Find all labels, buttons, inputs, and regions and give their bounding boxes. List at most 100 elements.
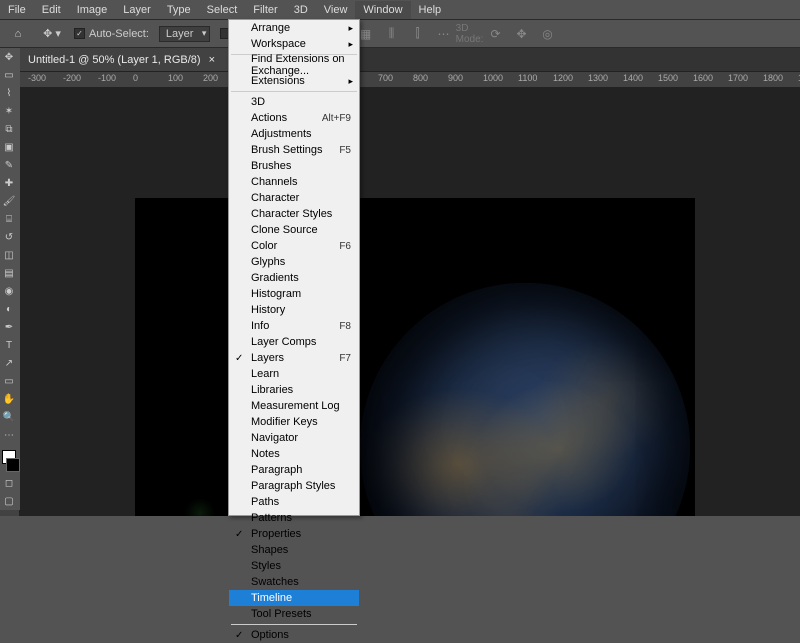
- menu-item-paragraph[interactable]: Paragraph: [229, 462, 359, 478]
- menu-view[interactable]: View: [316, 1, 356, 19]
- menu-item-gradients[interactable]: Gradients: [229, 270, 359, 286]
- menu-item-tool-presets[interactable]: Tool Presets: [229, 606, 359, 622]
- menu-item-swatches[interactable]: Swatches: [229, 574, 359, 590]
- menu-item-workspace[interactable]: Workspace: [229, 36, 359, 52]
- menu-item-adjustments[interactable]: Adjustments: [229, 126, 359, 142]
- menu-item-histogram[interactable]: Histogram: [229, 286, 359, 302]
- menu-item-channels[interactable]: Channels: [229, 174, 359, 190]
- menu-item-character[interactable]: Character: [229, 190, 359, 206]
- marquee-tool-icon[interactable]: ▭: [0, 66, 18, 84]
- orbit-icon[interactable]: ⟳: [487, 25, 505, 43]
- options-bar: ⌂ ✥ ▾ ✓Auto-Select: Layer Show Transform…: [0, 20, 800, 48]
- dolly-icon[interactable]: ◎: [539, 25, 557, 43]
- edit-toolbar-icon[interactable]: ⋯: [0, 426, 18, 444]
- menu-item-paths[interactable]: Paths: [229, 494, 359, 510]
- background-swatch[interactable]: [6, 458, 20, 472]
- menu-item-timeline[interactable]: Timeline: [229, 590, 359, 606]
- home-icon[interactable]: ⌂: [6, 22, 30, 46]
- menu-item-find-extensions-on-exchange-[interactable]: Find Extensions on Exchange...: [229, 57, 359, 73]
- menu-item-label: Measurement Log: [251, 400, 340, 412]
- hand-tool-icon[interactable]: ✋: [0, 390, 18, 408]
- menu-item-shortcut: F5: [339, 145, 351, 156]
- align-icon[interactable]: ⋯: [435, 25, 453, 43]
- document-tabs: Untitled-1 @ 50% (Layer 1, RGB/8) ×: [0, 48, 800, 72]
- menu-image[interactable]: Image: [69, 1, 116, 19]
- menu-item-glyphs[interactable]: Glyphs: [229, 254, 359, 270]
- align-icon[interactable]: ⫿: [409, 25, 427, 43]
- ruler-tick: 1600: [693, 73, 713, 83]
- menu-item-libraries[interactable]: Libraries: [229, 382, 359, 398]
- zoom-tool-icon[interactable]: 🔍: [0, 408, 18, 426]
- canvas-area[interactable]: [20, 88, 800, 516]
- menu-item-patterns[interactable]: Patterns: [229, 510, 359, 526]
- align-icons: ▦ ⫼ ⫿ ⋯ 3D Mode: ⟳ ✥ ◎: [357, 25, 557, 43]
- menu-item-navigator[interactable]: Navigator: [229, 430, 359, 446]
- path-tool-icon[interactable]: ↗: [0, 354, 18, 372]
- menu-item-character-styles[interactable]: Character Styles: [229, 206, 359, 222]
- menu-item-history[interactable]: History: [229, 302, 359, 318]
- document-tab[interactable]: Untitled-1 @ 50% (Layer 1, RGB/8) ×: [18, 48, 229, 71]
- green-blob: [185, 498, 215, 516]
- menu-item-paragraph-styles[interactable]: Paragraph Styles: [229, 478, 359, 494]
- menu-item-shortcut: F8: [339, 321, 351, 332]
- move-tool-icon[interactable]: ✥ ▾: [40, 22, 64, 46]
- menu-item-modifier-keys[interactable]: Modifier Keys: [229, 414, 359, 430]
- brush-tool-icon[interactable]: 🖌: [0, 192, 18, 210]
- menu-item-clone-source[interactable]: Clone Source: [229, 222, 359, 238]
- eraser-tool-icon[interactable]: ◫: [0, 246, 18, 264]
- crop-tool-icon[interactable]: ⧉: [0, 120, 18, 138]
- target-select[interactable]: Layer: [159, 26, 211, 42]
- menu-item-brushes[interactable]: Brushes: [229, 158, 359, 174]
- stamp-tool-icon[interactable]: ⌸: [0, 210, 18, 228]
- dodge-tool-icon[interactable]: ◐: [0, 300, 18, 318]
- ruler-tick: 1800: [763, 73, 783, 83]
- menu-layer[interactable]: Layer: [115, 1, 159, 19]
- blur-tool-icon[interactable]: ◉: [0, 282, 18, 300]
- close-icon[interactable]: ×: [209, 54, 215, 66]
- menu-3d[interactable]: 3D: [286, 1, 316, 19]
- menu-filter[interactable]: Filter: [245, 1, 285, 19]
- menu-item-label: Paragraph Styles: [251, 480, 335, 492]
- menu-item-3d[interactable]: 3D: [229, 94, 359, 110]
- heal-tool-icon[interactable]: ✚: [0, 174, 18, 192]
- gradient-tool-icon[interactable]: ▤: [0, 264, 18, 282]
- menu-edit[interactable]: Edit: [34, 1, 69, 19]
- menu-item-measurement-log[interactable]: Measurement Log: [229, 398, 359, 414]
- menu-item-brush-settings[interactable]: Brush SettingsF5: [229, 142, 359, 158]
- menu-item-properties[interactable]: Properties: [229, 526, 359, 542]
- menu-item-actions[interactable]: ActionsAlt+F9: [229, 110, 359, 126]
- align-icon[interactable]: ⫼: [383, 25, 401, 43]
- pan-icon[interactable]: ✥: [513, 25, 531, 43]
- document: [135, 198, 695, 516]
- menu-item-options[interactable]: Options: [229, 627, 359, 643]
- menu-file[interactable]: File: [0, 1, 34, 19]
- menu-item-info[interactable]: InfoF8: [229, 318, 359, 334]
- eyedropper-tool-icon[interactable]: ✎: [0, 156, 18, 174]
- ruler-tick: -200: [63, 73, 81, 83]
- menu-item-extensions[interactable]: Extensions: [229, 73, 359, 89]
- type-tool-icon[interactable]: T: [0, 336, 18, 354]
- menu-help[interactable]: Help: [411, 1, 450, 19]
- move-tool-icon[interactable]: ✥: [0, 48, 18, 66]
- lasso-tool-icon[interactable]: ⌇: [0, 84, 18, 102]
- wand-tool-icon[interactable]: ✶: [0, 102, 18, 120]
- menu-item-styles[interactable]: Styles: [229, 558, 359, 574]
- menu-item-arrange[interactable]: Arrange: [229, 20, 359, 36]
- pen-tool-icon[interactable]: ✒: [0, 318, 18, 336]
- menu-item-notes[interactable]: Notes: [229, 446, 359, 462]
- menu-item-learn[interactable]: Learn: [229, 366, 359, 382]
- shape-tool-icon[interactable]: ▭: [0, 372, 18, 390]
- menu-item-label: Navigator: [251, 432, 298, 444]
- menu-item-shapes[interactable]: Shapes: [229, 542, 359, 558]
- quickmask-icon[interactable]: ◻: [0, 474, 18, 492]
- menu-item-layers[interactable]: LayersF7: [229, 350, 359, 366]
- menu-type[interactable]: Type: [159, 1, 199, 19]
- screenmode-icon[interactable]: ▢: [0, 492, 18, 510]
- menu-select[interactable]: Select: [199, 1, 246, 19]
- menu-item-color[interactable]: ColorF6: [229, 238, 359, 254]
- menu-window[interactable]: Window: [355, 1, 410, 19]
- history-brush-icon[interactable]: ↺: [0, 228, 18, 246]
- menu-item-layer-comps[interactable]: Layer Comps: [229, 334, 359, 350]
- frame-tool-icon[interactable]: ▣: [0, 138, 18, 156]
- auto-select-checkbox[interactable]: ✓Auto-Select:: [74, 28, 149, 40]
